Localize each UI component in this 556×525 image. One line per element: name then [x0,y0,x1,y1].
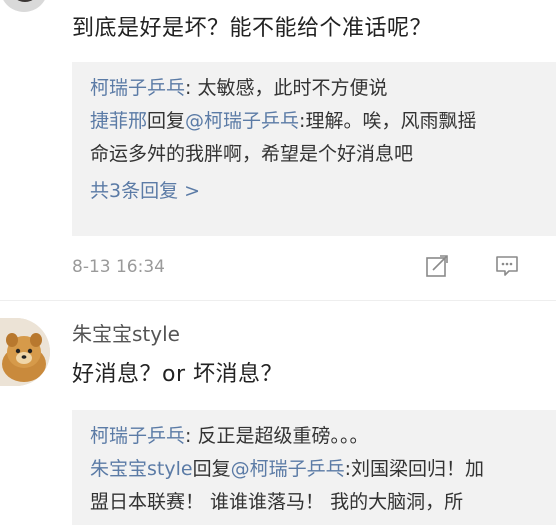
reply-target[interactable]: @柯瑞子乒乓 [185,110,299,132]
comment-text: 好消息？or 坏消息？ [72,362,283,387]
avatar[interactable] [0,0,48,12]
reply-item: 朱宝宝style回复@柯瑞子乒乓:刘国梁回归！加 [90,453,556,486]
reply-word: 回复 [192,458,231,480]
reply-text: :刘国梁回归！加 [344,458,484,480]
reply-continuation: 命运多舛的我胖啊，希望是个好消息吧 [90,143,414,165]
reply-box[interactable]: 柯瑞子乒乓: 太敏感，此时不方便说 捷菲邢回复@柯瑞子乒乓:理解。唉，风雨飘摇 … [72,62,556,236]
username[interactable]: 朱宝宝style [72,318,180,347]
reply-target[interactable]: @柯瑞子乒乓 [231,458,345,480]
reply-word: 回复 [147,110,186,132]
reply-text: : 反正是超级重磅。。。 [185,425,369,447]
reply-item: 捷菲邢回复@柯瑞子乒乓:理解。唉，风雨飘摇 [90,105,556,138]
divider [0,300,556,301]
reply-item: 柯瑞子乒乓: 太敏感，此时不方便说 [90,72,556,105]
more-replies-link[interactable]: 共3条回复 > [90,175,556,208]
reply-box[interactable]: 柯瑞子乒乓: 反正是超级重磅。。。 朱宝宝style回复@柯瑞子乒乓:刘国梁回归… [72,410,556,525]
comment-meta: 8-13 16:34 [72,253,556,283]
avatar[interactable] [0,318,50,386]
dog-avatar-image [0,318,50,386]
comment-text: 到底是好是坏？能不能给个准话呢？ [72,16,433,41]
reply-author[interactable]: 朱宝宝style [90,458,193,480]
reply-author[interactable]: 柯瑞子乒乓 [90,77,185,99]
comment-icon[interactable] [494,253,520,279]
reply-text: :理解。唉，风雨飘摇 [299,110,477,132]
share-icon[interactable] [424,253,450,279]
reply-author[interactable]: 柯瑞子乒乓 [90,425,185,447]
reply-item: 柯瑞子乒乓: 反正是超级重磅。。。 [90,420,556,453]
reply-author[interactable]: 捷菲邢 [90,110,147,132]
timestamp: 8-13 16:34 [72,257,165,277]
reply-continuation: 盟日本联赛！ 谁谁谁落马！ 我的大脑洞，所 [90,491,464,513]
reply-text: : 太敏感，此时不方便说 [185,77,388,99]
